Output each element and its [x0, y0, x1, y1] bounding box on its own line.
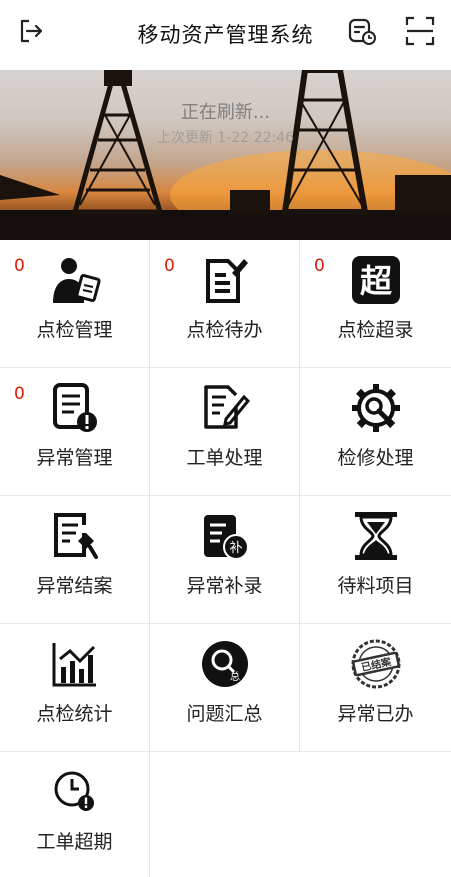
menu-item-label: 异常补录: [186, 575, 263, 597]
svg-text:超: 超: [359, 262, 392, 300]
menu-item-pending-material[interactable]: 待料项目: [300, 496, 451, 624]
scan-icon: [405, 16, 435, 46]
gear-wrench-icon: [351, 384, 400, 432]
app-header: 移动资产管理系统: [0, 0, 451, 70]
menu-item-issue-summary[interactable]: 总 问题汇总: [150, 624, 300, 752]
inspector-person-icon: [52, 258, 101, 303]
menu-item-inspection-todo[interactable]: 0 点检待办: [150, 240, 300, 368]
chao-icon: 超: [351, 256, 400, 304]
menu-item-work-order[interactable]: 工单处理: [150, 368, 300, 496]
menu-item-exception-supplement[interactable]: 补 异常补录: [150, 496, 300, 624]
menu-item-label: 工单处理: [186, 447, 263, 469]
count-badge: 0: [14, 384, 25, 404]
hourglass-icon: [354, 512, 397, 560]
count-badge: 0: [314, 256, 325, 276]
menu-item-label: 异常管理: [36, 447, 113, 469]
last-updated-text: 上次更新 1-22 22:46: [156, 130, 295, 146]
menu-item-inspection-stats[interactable]: 点检统计: [0, 624, 150, 752]
menu-item-maintenance[interactable]: 检修处理: [300, 368, 451, 496]
count-badge: 0: [164, 256, 175, 276]
menu-item-label: 异常结案: [36, 575, 113, 597]
document-brush-icon: [53, 513, 98, 559]
menu-item-work-order-overdue[interactable]: 工单超期: [0, 752, 150, 877]
industrial-silhouette-graphic: [0, 70, 451, 240]
menu-item-label: 待料项目: [337, 575, 414, 597]
menu-item-label: 工单超期: [36, 831, 113, 853]
menu-item-exception-done[interactable]: 已结案 异常已办: [300, 624, 451, 752]
menu-item-exception-management[interactable]: 0 异常管理: [0, 368, 150, 496]
magnifier-summary-icon: 总: [201, 641, 248, 687]
menu-item-label: 点检超录: [337, 319, 414, 341]
menu-item-label: 点检统计: [36, 703, 113, 725]
count-badge: 0: [14, 256, 25, 276]
menu-item-label: 异常已办: [337, 703, 414, 725]
menu-item-inspection-overdue[interactable]: 0 超 点检超录: [300, 240, 451, 368]
page-title: 移动资产管理系统: [137, 23, 314, 47]
banner-image: 正在刷新... 上次更新 1-22 22:46: [0, 70, 451, 240]
document-clock-icon: [348, 18, 376, 45]
history-button[interactable]: [345, 14, 379, 48]
menu-item-exception-close[interactable]: 异常结案: [0, 496, 150, 624]
bar-chart-icon: [52, 643, 96, 687]
svg-text:总: 总: [230, 670, 240, 683]
menu-item-label: 点检待办: [186, 319, 263, 341]
document-supplement-icon: 补: [203, 515, 249, 560]
document-edit-icon: [205, 259, 248, 303]
menu-item-label: 检修处理: [337, 447, 414, 469]
clock-alert-icon: [54, 771, 94, 811]
menu-item-inspection-management[interactable]: 0 点检管理: [0, 240, 150, 368]
menu-item-label: 点检管理: [36, 319, 113, 341]
document-pen-icon: [203, 385, 250, 429]
scan-button[interactable]: [403, 14, 437, 48]
list-alert-icon: [52, 383, 97, 432]
svg-text:补: 补: [229, 541, 242, 556]
refresh-status-text: 正在刷新...: [180, 102, 271, 123]
closed-stamp-icon: 已结案: [351, 639, 400, 689]
menu-item-label: 问题汇总: [186, 703, 263, 725]
